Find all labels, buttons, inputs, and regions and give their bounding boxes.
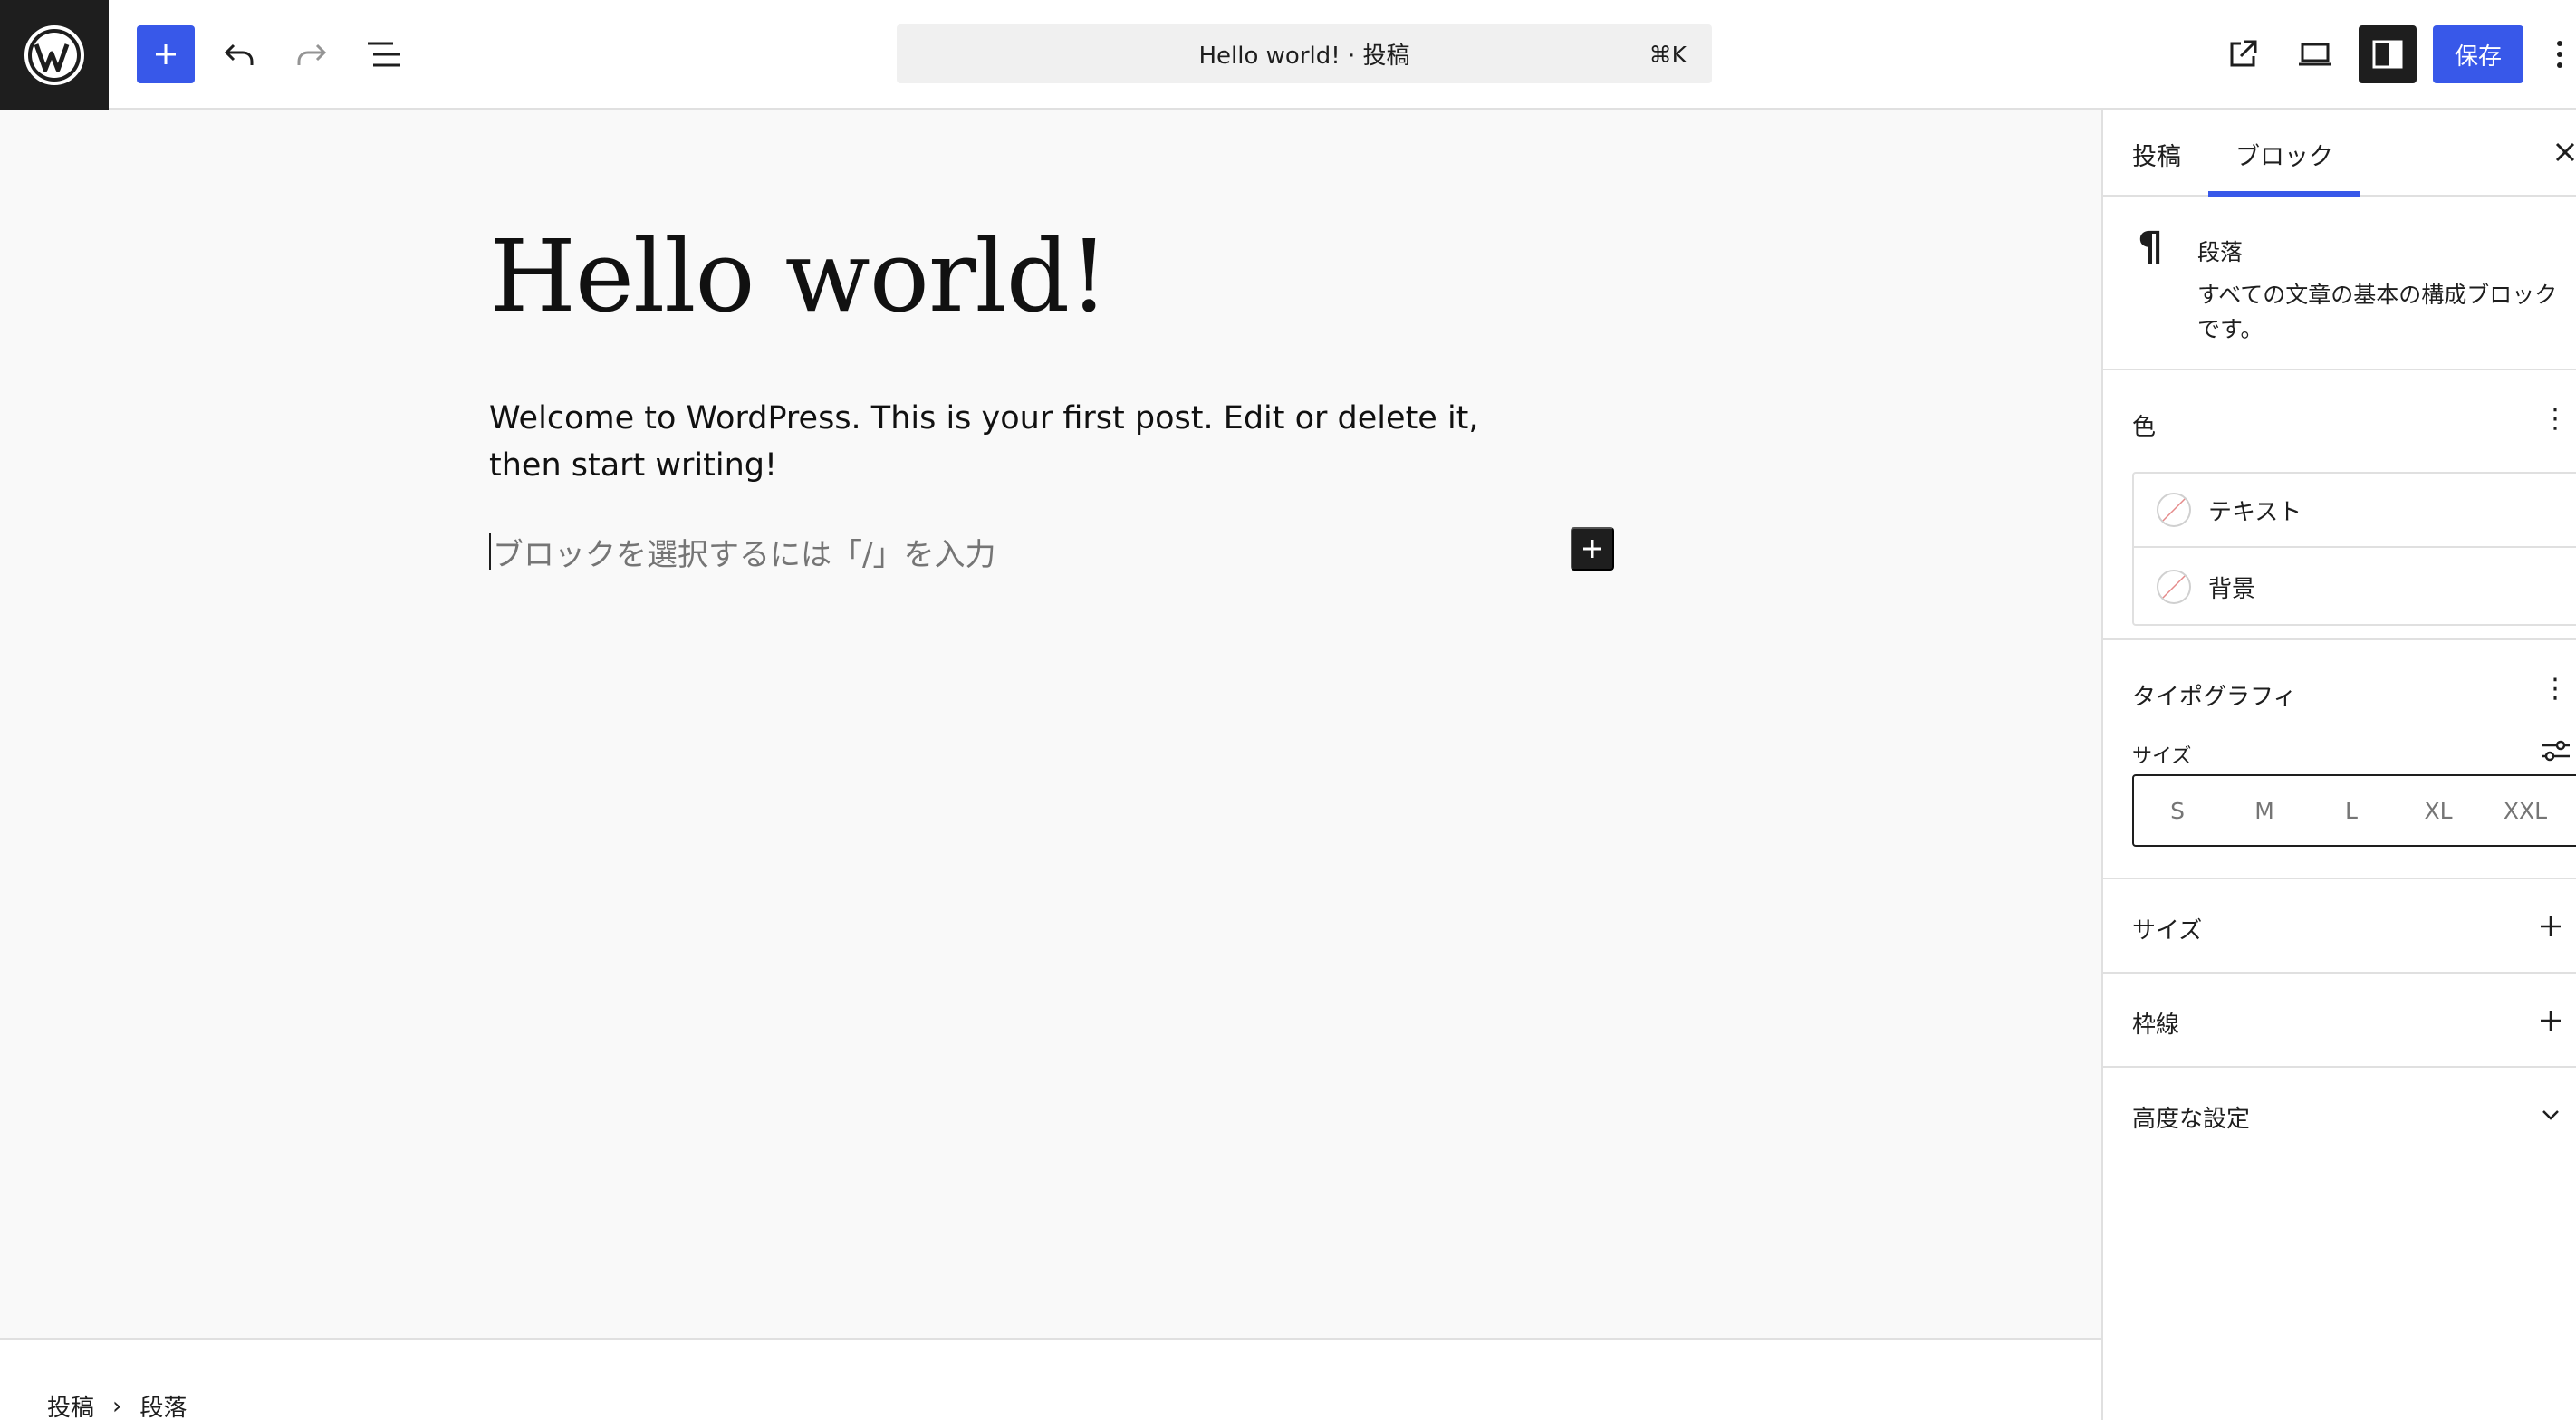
wordpress-icon bbox=[24, 24, 84, 85]
empty-swatch-icon bbox=[2157, 493, 2191, 527]
font-size-option-xxl[interactable]: XXL bbox=[2482, 798, 2569, 824]
color-panel-title: 色 bbox=[2132, 414, 2157, 441]
paragraph-icon: ¶ bbox=[2138, 224, 2163, 270]
plus-icon bbox=[2541, 916, 2561, 936]
background-color-label: 背景 bbox=[2208, 575, 2256, 603]
breadcrumb-item-paragraph[interactable]: 段落 bbox=[139, 1389, 187, 1420]
plus-icon bbox=[156, 44, 176, 64]
document-title: Hello world! · 投稿 bbox=[1198, 43, 1410, 70]
font-size-toggle-group: S M L XL XXL bbox=[2132, 774, 2576, 847]
expand-advanced-button[interactable] bbox=[2529, 1093, 2572, 1137]
settings-sidebar: 投稿 ブロック ¶ 段落 すべての文章の基本の構成ブロックです。 色 ⋮ テキス… bbox=[2103, 110, 2576, 1420]
font-size-option-l[interactable]: L bbox=[2308, 798, 2395, 824]
plus-icon bbox=[2541, 1011, 2561, 1031]
kebab-icon bbox=[2557, 41, 2562, 68]
chevron-down-icon bbox=[2542, 1110, 2559, 1120]
color-panel: 色 ⋮ テキスト 背景 bbox=[2103, 370, 2576, 640]
font-size-option-xl[interactable]: XL bbox=[2395, 798, 2482, 824]
editor-canvas[interactable]: Hello world! Welcome to WordPress. This … bbox=[0, 110, 2103, 1365]
chevron-right-icon: › bbox=[112, 1392, 122, 1420]
color-options-kebab-icon[interactable]: ⋮ bbox=[2542, 403, 2569, 435]
sidebar-icon bbox=[2372, 40, 2403, 69]
tab-post[interactable]: 投稿 bbox=[2132, 137, 2181, 172]
close-icon bbox=[2555, 142, 2575, 162]
add-dimensions-button[interactable] bbox=[2529, 905, 2572, 948]
undo-button[interactable] bbox=[210, 25, 268, 83]
sidebar-tabs: 投稿 ブロック bbox=[2103, 110, 2576, 197]
breadcrumb-item-post[interactable]: 投稿 bbox=[47, 1389, 94, 1420]
font-size-option-m[interactable]: M bbox=[2221, 798, 2308, 824]
block-card: ¶ 段落 すべての文章の基本の構成ブロックです。 bbox=[2103, 197, 2576, 370]
block-inserter-button[interactable] bbox=[137, 25, 195, 83]
document-overview-button[interactable] bbox=[355, 25, 413, 83]
typography-panel: タイポグラフィ ⋮ サイズ S M L XL XXL bbox=[2103, 640, 2576, 879]
post-title[interactable]: Hello world! bbox=[489, 218, 1109, 334]
paragraph-block[interactable]: Welcome to WordPress. This is your first… bbox=[489, 395, 1558, 489]
text-color-setting[interactable]: テキスト bbox=[2134, 474, 2576, 548]
text-caret bbox=[489, 533, 491, 570]
background-color-setting[interactable]: 背景 bbox=[2134, 550, 2576, 624]
redo-button[interactable] bbox=[283, 25, 341, 83]
custom-size-button[interactable] bbox=[2536, 731, 2576, 771]
color-settings-list: テキスト 背景 bbox=[2132, 472, 2576, 626]
settings-sidebar-toggle[interactable] bbox=[2359, 25, 2417, 83]
block-description: すべての文章の基本の構成ブロックです。 bbox=[2197, 282, 2558, 342]
advanced-panel[interactable]: 高度な設定 bbox=[2103, 1068, 2576, 1162]
tab-block[interactable]: ブロック bbox=[2235, 137, 2333, 172]
desktop-icon bbox=[2299, 43, 2331, 66]
dimensions-panel-title: サイズ bbox=[2132, 917, 2203, 945]
text-color-label: テキスト bbox=[2208, 498, 2302, 526]
command-shortcut: ⌘K bbox=[1648, 42, 1687, 68]
command-palette-bar[interactable]: Hello world! · 投稿 ⌘K bbox=[897, 24, 1712, 83]
typography-options-kebab-icon[interactable]: ⋮ bbox=[2542, 673, 2569, 705]
list-view-icon bbox=[368, 42, 400, 67]
dimensions-panel[interactable]: サイズ bbox=[2103, 879, 2576, 974]
save-button[interactable]: 保存 bbox=[2433, 25, 2523, 83]
external-link-icon bbox=[2230, 40, 2257, 67]
settings-sliders-icon bbox=[2542, 740, 2570, 762]
inline-block-inserter-button[interactable] bbox=[1571, 527, 1614, 571]
editor-header: Hello world! · 投稿 ⌘K 保存 bbox=[0, 0, 2576, 110]
plus-icon bbox=[1583, 540, 1601, 558]
block-placeholder: ブロックを選択するには「/」を入力 bbox=[493, 537, 996, 573]
font-size-option-s[interactable]: S bbox=[2134, 798, 2221, 824]
border-panel[interactable]: 枠線 bbox=[2103, 974, 2576, 1068]
preview-device-button[interactable] bbox=[2286, 25, 2344, 83]
add-border-button[interactable] bbox=[2529, 999, 2572, 1042]
advanced-panel-title: 高度な設定 bbox=[2132, 1106, 2251, 1133]
undo-icon bbox=[224, 43, 254, 65]
editor-footer: 投稿 › 段落 bbox=[0, 1338, 2103, 1420]
view-post-button[interactable] bbox=[2214, 25, 2272, 83]
editor-app: Hello world! · 投稿 ⌘K 保存 Hello world! Wel… bbox=[0, 0, 2576, 1420]
typography-panel-title: タイポグラフィ bbox=[2132, 684, 2297, 711]
block-breadcrumb: 投稿 › 段落 bbox=[47, 1389, 187, 1420]
empty-swatch-icon bbox=[2157, 570, 2191, 604]
font-size-label: サイズ bbox=[2132, 745, 2192, 768]
redo-icon bbox=[297, 43, 327, 65]
wordpress-logo[interactable] bbox=[0, 0, 109, 110]
border-panel-title: 枠線 bbox=[2132, 1012, 2180, 1039]
options-menu-button[interactable] bbox=[2543, 25, 2576, 83]
block-name: 段落 bbox=[2197, 239, 2244, 265]
close-sidebar-button[interactable] bbox=[2547, 130, 2576, 175]
empty-paragraph-block[interactable]: ブロックを選択するには「/」を入力 bbox=[489, 523, 1617, 577]
